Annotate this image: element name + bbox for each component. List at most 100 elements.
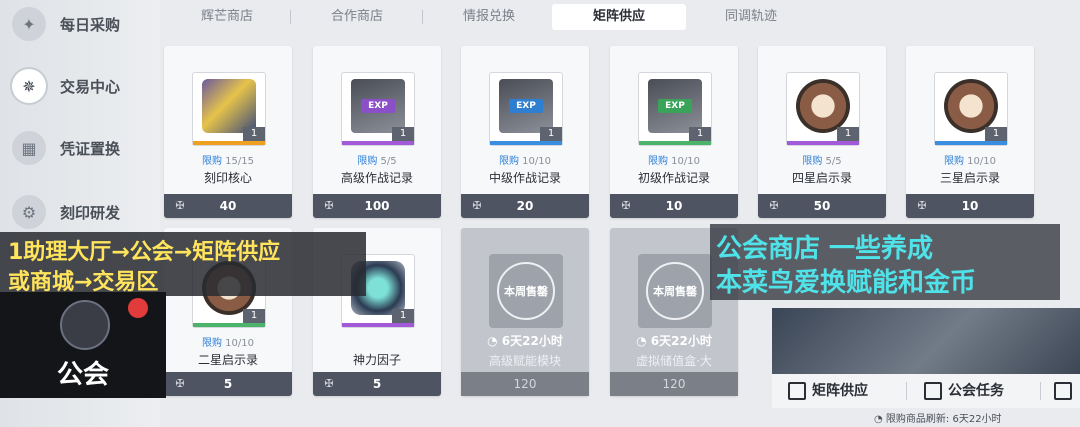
imprint-core-icon — [202, 79, 256, 133]
item-quantity: 1 — [540, 127, 562, 141]
item-name: 刻印核心 — [203, 171, 252, 185]
cart-icon: ✦ — [12, 7, 46, 41]
guild-task-button[interactable]: 公会任务 — [924, 374, 1004, 408]
item-icon-frame: EXP 1 — [489, 72, 563, 146]
item-name: 三星启示录 — [939, 171, 1000, 185]
item-quantity: 1 — [985, 127, 1007, 141]
revelation-seal-icon — [944, 79, 998, 133]
tab-partner-shop[interactable]: 合作商店 — [290, 4, 424, 30]
sidebar-item-daily-purchase[interactable]: ✦ 每日采购 — [12, 4, 120, 44]
item-icon-frame: 1 — [786, 72, 860, 146]
tab-sync-track-label[interactable]: 同调轨迹 — [684, 4, 818, 30]
item-name: 虚拟储值盒·大 — [636, 354, 712, 368]
shop-item-card[interactable]: EXP 1 限购 10/10 初级作战记录 ✠ 10 — [610, 46, 738, 218]
clock-icon: ◔ — [636, 334, 651, 348]
shop-item-card[interactable]: EXP 1 限购 10/10 中级作战记录 ✠ 20 — [461, 46, 589, 218]
price-button[interactable]: ✠ 5 — [313, 372, 441, 396]
exp-label: EXP — [509, 99, 543, 113]
price-button[interactable]: ✠ 20 — [461, 194, 589, 218]
purchase-limit: 限购 15/15 — [201, 156, 254, 167]
caption-overlay-right: 公会商店 一些养成 本菜鸟爱换赋能和金币 — [710, 224, 1060, 300]
tab-intel-exchange[interactable]: 情报兑换 — [422, 4, 556, 30]
shop-item-card[interactable]: 1 限购 10/10 三星启示录 ✠ 10 — [906, 46, 1034, 218]
rarity-bar — [342, 141, 414, 145]
rarity-bar — [193, 323, 265, 327]
item-quantity: 1 — [243, 127, 265, 141]
price-value: 120 — [461, 372, 589, 396]
sold-out-stamp: 本周售罄 — [497, 262, 555, 320]
rarity-bar — [490, 141, 562, 145]
purchase-limit: 限购 10/10 — [647, 156, 700, 167]
exp-record-icon: EXP — [648, 79, 702, 133]
guild-coin-icon: ✠ — [324, 199, 334, 212]
sidebar-item-label: 交易中心 — [60, 77, 121, 96]
sold-out-stamp: 本周售罄 — [646, 262, 704, 320]
price-value: 20 — [516, 199, 534, 213]
shop-item-card-sold-out: 本周售罄 ◔ 6天22小时 高级赋能模块 120 — [461, 228, 589, 396]
item-icon-frame: 1 — [934, 72, 1008, 146]
item-name: 高级赋能模块 — [488, 354, 561, 368]
restock-timer: ◔ 6天22小时 — [636, 334, 712, 348]
price-value: 10 — [665, 199, 683, 213]
restock-timer: ◔ 6天22小时 — [487, 334, 563, 348]
purchase-limit: 限购 5/5 — [802, 156, 842, 167]
tab-divider — [906, 382, 907, 400]
exp-record-icon: EXP — [499, 79, 553, 133]
rarity-bar — [787, 141, 859, 145]
price-value: 120 — [610, 372, 738, 396]
qr-button[interactable] — [1054, 374, 1078, 408]
price-button[interactable]: ✠ 10 — [610, 194, 738, 218]
price-button[interactable]: ✠ 10 — [906, 194, 1034, 218]
gear-icon: ⚙ — [12, 195, 46, 229]
guild-coin-icon: ✠ — [917, 199, 927, 212]
matrix-icon — [788, 382, 806, 400]
revelation-seal-icon — [796, 79, 850, 133]
sidebar-item-label: 凭证置换 — [60, 139, 121, 158]
guild-coin-icon: ✠ — [769, 199, 779, 212]
price-value: 40 — [219, 199, 237, 213]
price-value: 50 — [813, 199, 831, 213]
guild-button[interactable]: 公会 — [0, 292, 166, 398]
guild-panel-tabs: 矩阵供应 公会任务 — [772, 374, 1080, 408]
guild-coin-icon: ✠ — [621, 199, 631, 212]
sidebar-item-trade-center[interactable]: ✵ 交易中心 — [12, 66, 120, 106]
guild-emblem-icon — [60, 300, 110, 350]
tab-radiance-shop[interactable]: 辉芒商店 — [160, 4, 294, 30]
item-name: 二星启示录 — [197, 353, 258, 367]
item-quantity: 1 — [689, 127, 711, 141]
price-value: 10 — [961, 199, 979, 213]
tab-matrix-supply[interactable]: 矩阵供应 — [552, 4, 686, 30]
price-value: 100 — [364, 199, 390, 213]
shop-tabs: 辉芒商店 合作商店 情报兑换 矩阵供应 — [160, 4, 720, 30]
shop-item-card[interactable]: 1 限购 5/5 四星启示录 ✠ 50 — [758, 46, 886, 218]
sidebar-item-imprint-research[interactable]: ⚙ 刻印研发 — [12, 192, 120, 232]
matrix-supply-button[interactable]: 矩阵供应 — [788, 374, 868, 408]
guild-coin-icon: ✠ — [175, 199, 185, 212]
item-name: 高级作战记录 — [340, 171, 413, 185]
exp-label: EXP — [361, 99, 395, 113]
item-name: 中级作战记录 — [488, 171, 561, 185]
purchase-limit: 限购 5/5 — [357, 156, 397, 167]
refresh-timer: ◔ 限购商品刷新: 6天22小时 — [874, 414, 1002, 425]
sidebar-item-voucher-exchange[interactable]: ▦ 凭证置换 — [12, 128, 120, 168]
price-button[interactable]: ✠ 100 — [313, 194, 441, 218]
sold-out-badge: 本周售罄 — [489, 254, 563, 328]
star-compass-icon: ✵ — [12, 69, 46, 103]
caption-line: 公会商店 一些养成 — [716, 234, 934, 264]
sidebar-item-label: 刻印研发 — [60, 203, 121, 222]
rarity-bar — [342, 323, 414, 327]
item-quantity: 1 — [392, 127, 414, 141]
shop-item-card[interactable]: 1 限购 15/15 刻印核心 ✠ 40 — [164, 46, 292, 218]
item-name: 神力因子 — [352, 353, 401, 367]
price-button[interactable]: ✠ 50 — [758, 194, 886, 218]
price-button[interactable]: ✠ 40 — [164, 194, 292, 218]
item-name: 四星启示录 — [791, 171, 852, 185]
shop-item-card[interactable]: EXP 1 限购 5/5 高级作战记录 ✠ 100 — [313, 46, 441, 218]
price-button[interactable]: ✠ 5 — [164, 372, 292, 396]
item-icon-frame: 1 — [192, 72, 266, 146]
purchase-limit: 限购 10/10 — [943, 156, 996, 167]
item-icon-frame: EXP 1 — [638, 72, 712, 146]
caption-line: 本菜鸟爱换赋能和金币 — [716, 268, 977, 298]
task-icon — [924, 382, 942, 400]
item-quantity: 1 — [837, 127, 859, 141]
